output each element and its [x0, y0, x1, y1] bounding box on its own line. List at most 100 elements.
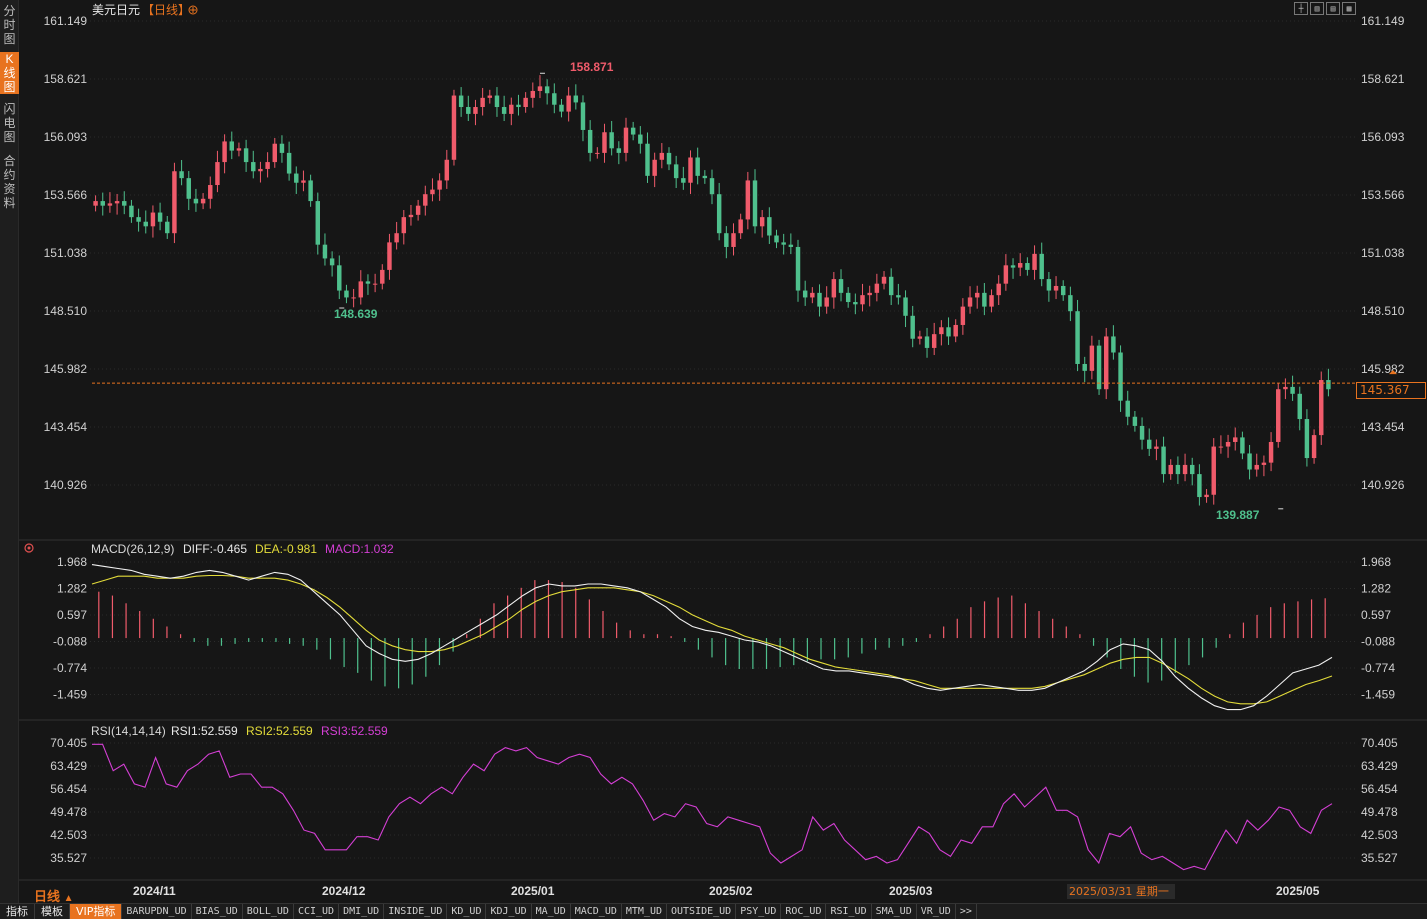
- candle: [810, 287, 815, 304]
- candle: [1075, 299, 1080, 372]
- candle: [1311, 429, 1317, 464]
- candle: [329, 251, 335, 277]
- crosshair-date: 2025/03/31: [1069, 885, 1133, 898]
- candle-body: [881, 276, 887, 284]
- chart-canvas[interactable]: 161.149 161.149 158.621 158.621 156.093 156.0…: [0, 0, 1427, 903]
- candle-body: [1319, 380, 1324, 436]
- candle-body: [458, 95, 464, 108]
- candle-body: [179, 171, 184, 179]
- more-indicators-button[interactable]: >>: [956, 904, 977, 919]
- candle-body: [394, 233, 399, 243]
- indicator-vr[interactable]: VR_UD: [917, 904, 956, 919]
- plus-circle-icon[interactable]: [188, 5, 198, 15]
- candle-body: [1326, 380, 1331, 390]
- candle-body: [824, 297, 829, 307]
- candle-body: [1297, 393, 1302, 420]
- indicator-kdj[interactable]: KDJ_UD: [486, 904, 532, 919]
- candle: [1175, 456, 1181, 484]
- candle-body: [1304, 419, 1310, 459]
- macd-tick-left: -1.459: [53, 687, 87, 701]
- indicator-ma[interactable]: MA_UD: [532, 904, 571, 919]
- layout-icon[interactable]: ▦: [1342, 2, 1356, 15]
- candle-body: [451, 95, 457, 160]
- bar-chart-icon[interactable]: ▥: [1310, 2, 1324, 15]
- indicator-outside[interactable]: OUTSIDE_UD: [667, 904, 737, 919]
- rsi-tick-right: 63.429: [1361, 759, 1398, 773]
- indicator-kd[interactable]: KD_UD: [447, 904, 487, 919]
- indicator-rsi[interactable]: RSI_UD: [826, 904, 872, 919]
- candle: [802, 280, 808, 306]
- rsi-tick-left: 56.454: [50, 782, 87, 796]
- candle: [888, 268, 894, 306]
- candle-body: [100, 201, 105, 206]
- candle: [1182, 453, 1188, 482]
- candle-body: [1161, 446, 1166, 475]
- indicator-sma[interactable]: SMA_UD: [872, 904, 917, 919]
- candle-body: [595, 152, 600, 154]
- candle-body: [939, 327, 944, 335]
- candle-body: [294, 173, 299, 183]
- candle: [767, 207, 772, 244]
- candle: [466, 95, 471, 122]
- indicator-bias[interactable]: BIAS_UD: [192, 904, 243, 919]
- candle-body: [867, 292, 872, 296]
- indicator-boll[interactable]: BOLL_UD: [243, 904, 294, 919]
- candle: [129, 199, 134, 223]
- indicator-macd[interactable]: MACD_UD: [571, 904, 622, 919]
- diff-line: [91, 564, 1333, 711]
- indicator-roc[interactable]: ROC_UD: [781, 904, 827, 919]
- candle: [788, 233, 794, 255]
- candle-body: [358, 281, 364, 298]
- candle-body: [165, 221, 170, 234]
- candle: [222, 134, 227, 174]
- candle-body: [774, 235, 779, 243]
- candle-body: [559, 104, 564, 112]
- candle-body: [946, 327, 951, 337]
- candle-body: [587, 129, 593, 153]
- candle-body: [652, 159, 657, 176]
- candle: [1139, 417, 1145, 450]
- indicator-psy[interactable]: PSY_UD: [736, 904, 782, 919]
- tab-templates[interactable]: 模板: [35, 904, 70, 919]
- candle-body: [1082, 363, 1087, 371]
- indicator-inside[interactable]: INSIDE_UD: [384, 904, 448, 919]
- crosshair-icon[interactable]: ┼: [1294, 2, 1308, 15]
- candle-body: [193, 198, 199, 204]
- candle-body: [1039, 253, 1044, 280]
- macd-tick-left: 1.282: [57, 582, 87, 596]
- indicator-mtm[interactable]: MTM_UD: [622, 904, 667, 919]
- candle: [208, 176, 213, 209]
- candle: [1240, 431, 1245, 460]
- candle: [960, 298, 966, 335]
- candle-body: [423, 194, 428, 206]
- candle: [1111, 325, 1116, 360]
- candle-body: [251, 162, 256, 172]
- candle: [673, 155, 679, 189]
- candle-body: [93, 201, 98, 206]
- rsi1-value: RSI1:52.559: [171, 724, 238, 738]
- candle: [423, 185, 428, 216]
- candle-body: [1111, 336, 1116, 353]
- candle-body: [215, 162, 220, 186]
- candle-body: [200, 198, 206, 204]
- indicator-cci[interactable]: CCI_UD: [294, 904, 340, 919]
- tab-vip-indicators[interactable]: VIP指标: [70, 904, 123, 919]
- candle-chart-icon[interactable]: ▤: [1326, 2, 1340, 15]
- candle-body: [974, 292, 980, 298]
- candle: [337, 255, 342, 300]
- tab-indicators[interactable]: 指标: [0, 904, 35, 919]
- candle: [136, 208, 141, 232]
- candle-body: [745, 180, 751, 220]
- candle: [193, 188, 199, 212]
- candle: [1132, 411, 1138, 432]
- candle-body: [953, 324, 958, 337]
- indicator-dmi[interactable]: DMI_UD: [339, 904, 385, 919]
- candle-body: [702, 175, 708, 179]
- panel-settings-icon[interactable]: [24, 543, 34, 553]
- candle-body: [1147, 439, 1152, 449]
- candle-body: [1190, 464, 1195, 475]
- indicator-barupdn[interactable]: BARUPDN_UD: [122, 904, 192, 919]
- candle-body: [788, 244, 794, 247]
- candle-body: [838, 279, 844, 293]
- candle: [939, 320, 944, 346]
